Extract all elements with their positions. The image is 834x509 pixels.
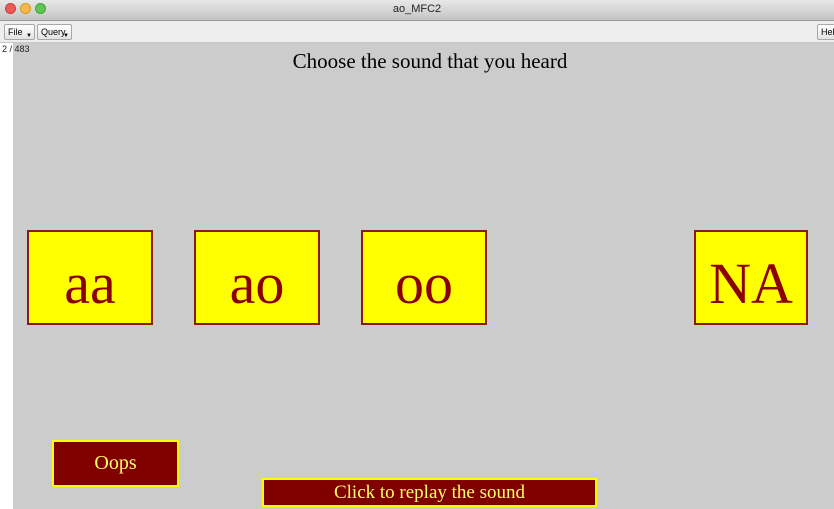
oops-button[interactable]: Oops [52,440,179,487]
choice-aa-button[interactable]: aa [27,230,153,325]
help-menu-button[interactable]: Help [817,24,834,40]
replay-label: Click to replay the sound [333,481,526,503]
file-menu-label: File [8,27,23,37]
file-menu-button[interactable]: File ▼ [4,24,35,40]
choice-ao-label: ao [229,251,285,316]
file-dropdown-arrow-icon: ▼ [26,33,32,39]
window-title: ao_MFC2 [392,3,442,15]
choice-oo-label: oo [395,251,453,316]
window-titlebar: ao_MFC2 [0,0,834,21]
choice-oo-button[interactable]: oo [361,230,487,325]
choice-na-label: NA [709,251,793,316]
menu-bar: File ▼ Query ▼ Help [0,21,834,43]
help-menu-label: Help [821,27,834,37]
oops-label: Oops [94,452,137,474]
choice-ao-button[interactable]: ao [194,230,320,325]
choice-aa-label: aa [64,251,116,316]
query-menu-label: Query [41,27,66,37]
prompt-text: Choose the sound that you heard [292,49,568,73]
choice-na-button[interactable]: NA [694,230,808,325]
left-margin [0,43,13,509]
replay-sound-button[interactable]: Click to replay the sound [262,478,597,507]
query-menu-button[interactable]: Query ▼ [37,24,72,40]
query-dropdown-arrow-icon: ▼ [63,33,69,39]
